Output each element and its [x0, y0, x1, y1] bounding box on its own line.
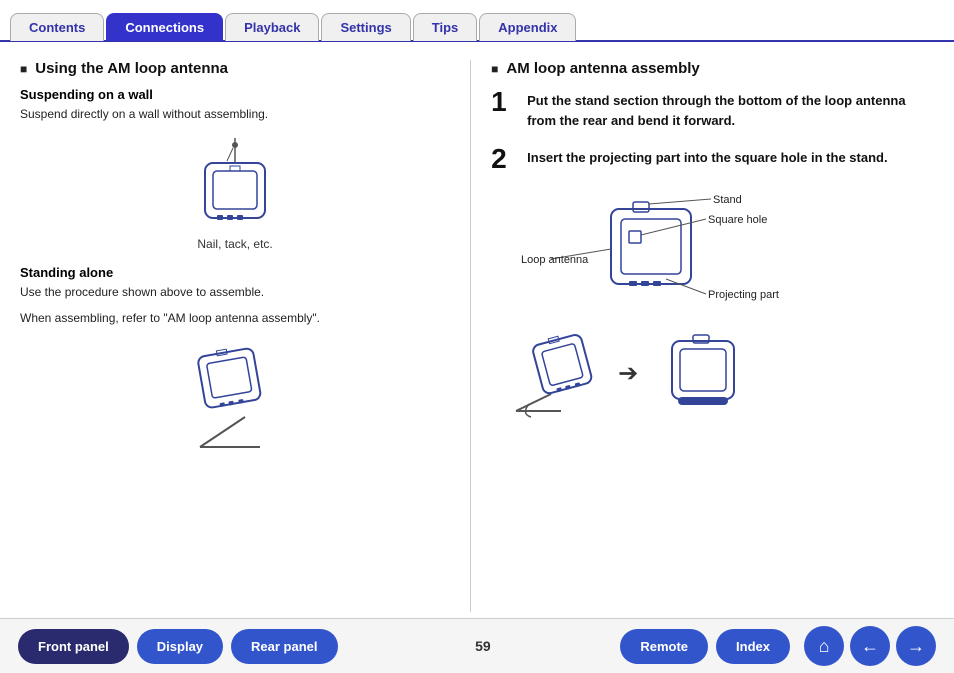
before-assembly-svg [511, 329, 606, 419]
home-icon: ⌂ [819, 636, 830, 657]
tab-tips[interactable]: Tips [413, 13, 478, 41]
rear-panel-button[interactable]: Rear panel [231, 629, 337, 664]
step-1-text: Put the stand section through the bottom… [527, 87, 934, 130]
navigation-tabs: Contents Connections Playback Settings T… [0, 0, 954, 42]
forward-button[interactable]: → [896, 626, 936, 666]
assembly-diagram-labeled: Stand Square hole Loop antenna Projectin… [491, 189, 934, 319]
left-section-title: Using the AM loop antenna [20, 60, 450, 77]
steps-area: 1 Put the stand section through the bott… [491, 87, 934, 175]
remote-button[interactable]: Remote [620, 629, 708, 664]
content-area: Using the AM loop antenna Suspending on … [0, 42, 954, 622]
after-assembly-svg [650, 329, 745, 419]
tab-connections[interactable]: Connections [106, 13, 223, 41]
wall-antenna-diagram [175, 133, 295, 233]
step-1-number: 1 [491, 87, 527, 118]
page-number: 59 [346, 638, 621, 654]
assembly-labeled-svg: Stand Square hole Loop antenna Projectin… [521, 189, 821, 319]
standing-text2: When assembling, refer to "AM loop anten… [20, 309, 450, 327]
step-2-number: 2 [491, 144, 527, 175]
subsection-wall: Suspending on a wall [20, 87, 450, 102]
standing-antenna-diagram [170, 337, 300, 457]
assembly-arrow: ➔ [618, 359, 638, 388]
svg-text:Stand: Stand [713, 194, 742, 206]
step-2: 2 Insert the projecting part into the sq… [491, 144, 934, 175]
front-panel-button[interactable]: Front panel [18, 629, 129, 664]
back-button[interactable]: ← [850, 626, 890, 666]
back-icon: ← [861, 636, 879, 657]
subsection-standing: Standing alone [20, 265, 450, 280]
tab-appendix[interactable]: Appendix [479, 13, 576, 41]
display-button[interactable]: Display [137, 629, 223, 664]
assembly-step-figures: ➔ [511, 329, 934, 419]
step-2-text: Insert the projecting part into the squa… [527, 144, 887, 168]
forward-icon: → [907, 636, 925, 657]
home-button[interactable]: ⌂ [804, 626, 844, 666]
nail-label: Nail, tack, etc. [197, 237, 272, 251]
standing-text1: Use the procedure shown above to assembl… [20, 283, 450, 301]
svg-text:Projecting part: Projecting part [708, 289, 779, 301]
wall-text: Suspend directly on a wall without assem… [20, 105, 450, 123]
tab-contents[interactable]: Contents [10, 13, 104, 41]
left-column: Using the AM loop antenna Suspending on … [20, 60, 470, 612]
index-button[interactable]: Index [716, 629, 790, 664]
right-column: AM loop antenna assembly 1 Put the stand… [470, 60, 934, 612]
wall-figure: Nail, tack, etc. [20, 133, 450, 251]
svg-text:Square hole: Square hole [708, 214, 767, 226]
standing-figure [20, 337, 450, 457]
right-section-title: AM loop antenna assembly [491, 60, 934, 77]
step-1: 1 Put the stand section through the bott… [491, 87, 934, 130]
tab-settings[interactable]: Settings [321, 13, 410, 41]
svg-text:Loop antenna: Loop antenna [521, 254, 589, 266]
tab-playback[interactable]: Playback [225, 13, 319, 41]
bottom-navigation: Front panel Display Rear panel 59 Remote… [0, 618, 954, 673]
